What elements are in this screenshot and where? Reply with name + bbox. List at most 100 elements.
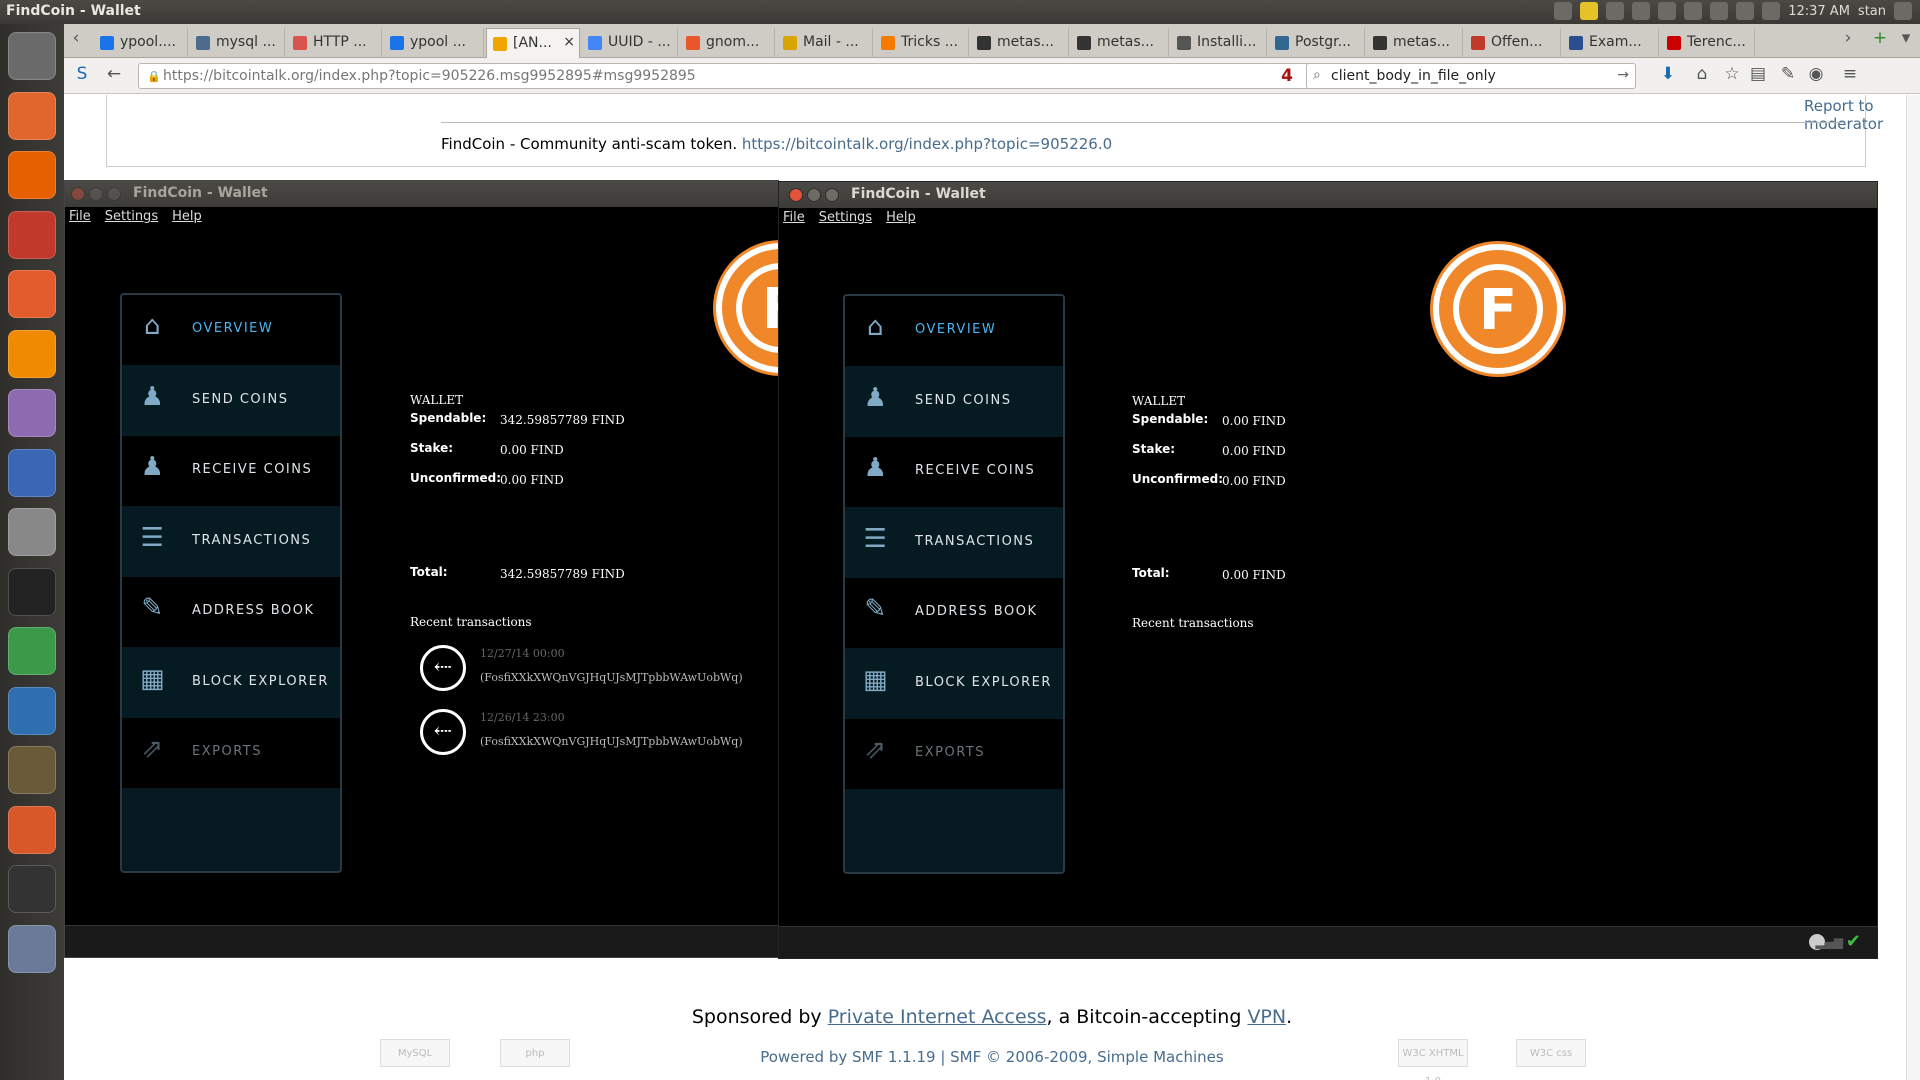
back-button[interactable]: ← <box>102 64 126 88</box>
home-icon[interactable]: ⌂ <box>1690 64 1714 88</box>
transaction-row[interactable]: ⇠ 12/27/14 00:00 (FosfiXXkXWQnVGJHqUJsMJTp… <box>420 645 778 695</box>
nav-transactions[interactable]: ☰ TRANSACTIONS <box>122 506 340 577</box>
bluetooth-icon[interactable] <box>1632 2 1651 20</box>
tab-list-menu-icon[interactable]: ▾ <box>1894 28 1918 52</box>
nav-exports[interactable]: ⇗ EXPORTS <box>845 719 1063 789</box>
browser-tab[interactable]: UUID - ... <box>582 28 678 58</box>
browser-tab[interactable]: [AN... × <box>486 28 580 58</box>
powered-by[interactable]: Powered by SMF 1.1.19 | SMF © 2006-2009,… <box>64 1048 1920 1066</box>
mail-icon[interactable] <box>1684 2 1703 20</box>
search-input[interactable]: ⌕ client_body_in_file_only → <box>1306 63 1636 89</box>
browser-tab[interactable]: metas... <box>1071 28 1169 58</box>
browser-tab[interactable]: gnom... <box>680 28 775 58</box>
menu-help[interactable]: Help <box>172 209 202 224</box>
nav-exports[interactable]: ⇗ EXPORTS <box>122 718 340 788</box>
bookmark-star-icon[interactable]: ☆ <box>1720 64 1744 88</box>
tab-scroll-left-icon[interactable]: ‹ <box>64 28 88 52</box>
menu-help[interactable]: Help <box>886 210 916 225</box>
page-scrollbar[interactable] <box>1906 95 1920 1080</box>
nav-block-explorer[interactable]: ▦ BLOCK EXPLORER <box>845 648 1063 719</box>
settings-icon[interactable] <box>8 210 56 259</box>
firefox-icon[interactable] <box>8 151 56 199</box>
download-icon[interactable]: ⬇ <box>1656 64 1680 88</box>
browser-tab[interactable]: ypool ... <box>384 28 484 58</box>
web-browser-icon[interactable] <box>8 686 56 735</box>
signature-link[interactable]: https://bitcointalk.org/index.php?topic=… <box>742 135 1112 153</box>
clock[interactable]: 12:37 AM <box>1788 4 1850 19</box>
nav-transactions[interactable]: ☰ TRANSACTIONS <box>845 507 1063 578</box>
nav-overview[interactable]: ⌂ OVERVIEW <box>845 296 1063 366</box>
nav-receive-coins[interactable]: ♟ RECEIVE COINS <box>845 437 1063 507</box>
sponsor-link-pia[interactable]: Private Internet Access <box>828 1006 1047 1028</box>
maximize-icon[interactable] <box>107 187 121 201</box>
addon-icon[interactable]: ✎ <box>1776 64 1800 88</box>
anaconda-icon[interactable] <box>8 567 56 616</box>
transaction-row[interactable]: ⇠ 12/26/14 23:00 (FosfiXXkXWQnVGJHqUJsMJTp… <box>420 709 778 759</box>
window-titlebar[interactable]: FindCoin - Wallet <box>779 182 1877 208</box>
pen-icon[interactable] <box>1606 2 1625 20</box>
nav-receive-coins[interactable]: ♟ RECEIVE COINS <box>122 436 340 506</box>
stylish-icon[interactable]: S <box>70 64 94 88</box>
browser-tab[interactable]: mysql ... <box>190 28 285 58</box>
gimp-icon[interactable] <box>8 746 56 794</box>
browser-tab[interactable]: Terenc... <box>1661 28 1755 58</box>
screenshot-icon[interactable] <box>8 508 56 556</box>
new-tab-icon[interactable]: + <box>1868 28 1892 52</box>
nav-overview[interactable]: ⌂ OVERVIEW <box>122 295 340 365</box>
browser-tab[interactable]: metas... <box>1367 28 1463 58</box>
wifi-icon[interactable] <box>1736 2 1755 20</box>
minimize-icon[interactable] <box>807 188 821 202</box>
nav-address-book[interactable]: ✎ ADDRESS BOOK <box>122 577 340 647</box>
keyboard-icon[interactable] <box>1658 2 1677 20</box>
minimize-icon[interactable] <box>89 187 103 201</box>
wallet-window-active[interactable]: FindCoin - Wallet File Settings Help ⌂ OV… <box>778 181 1878 959</box>
menu-file[interactable]: File <box>783 210 805 225</box>
browser-tab[interactable]: Mail - ... <box>777 28 873 58</box>
xhtml-badge[interactable]: W3C XHTML 1.0 <box>1398 1039 1468 1080</box>
notes-icon[interactable] <box>1580 2 1599 20</box>
close-icon[interactable] <box>789 188 803 202</box>
gear-icon[interactable] <box>1894 2 1912 20</box>
vlc-icon[interactable] <box>8 329 56 378</box>
reader-icon[interactable]: ▤ <box>1746 64 1770 88</box>
files-icon[interactable] <box>8 91 56 140</box>
browser-tab[interactable]: Offen... <box>1465 28 1561 58</box>
close-icon[interactable] <box>71 187 85 201</box>
url-bar[interactable]: 🔒 https://bitcointalk.org/index.php?topi… <box>138 63 1346 89</box>
report-to-moderator-link[interactable]: Report to moderator <box>1804 97 1883 133</box>
tab-close-icon[interactable]: × <box>563 34 575 50</box>
deluge-icon[interactable] <box>8 627 56 675</box>
thermometer-icon[interactable] <box>8 448 56 497</box>
chat-icon[interactable] <box>1554 2 1573 20</box>
wallet-window-background[interactable]: FindCoin - Wallet File Settings Help ⌂ OV… <box>64 180 779 958</box>
search-go-icon[interactable]: → <box>1617 67 1629 83</box>
stacked-apps-icon[interactable] <box>8 924 56 973</box>
nav-address-book[interactable]: ✎ ADDRESS BOOK <box>845 578 1063 648</box>
browser-tab[interactable]: Tricks ... <box>875 28 969 58</box>
nav-block-explorer[interactable]: ▦ BLOCK EXPLORER <box>122 647 340 718</box>
browser-tab[interactable]: metas... <box>971 28 1069 58</box>
browser-tab[interactable]: HTTP ... <box>287 28 382 58</box>
terminal-icon[interactable] <box>8 865 56 913</box>
sponsor-link-vpn[interactable]: VPN <box>1247 1006 1286 1028</box>
globe-icon[interactable]: ◉ <box>1804 64 1828 88</box>
volume-icon[interactable] <box>1762 2 1781 20</box>
browser-tab[interactable]: Installi... <box>1171 28 1267 58</box>
menu-settings[interactable]: Settings <box>105 209 158 224</box>
dash-icon[interactable] <box>8 32 56 80</box>
menu-file[interactable]: File <box>69 209 91 224</box>
menu-settings[interactable]: Settings <box>819 210 872 225</box>
user-menu[interactable]: stan <box>1858 4 1886 19</box>
nav-send-coins[interactable]: ♟ SEND COINS <box>122 365 340 436</box>
mysql-badge[interactable]: MySQL <box>380 1039 450 1067</box>
browser-tab[interactable]: ypool.... <box>94 28 188 58</box>
battery-icon[interactable] <box>1710 2 1729 20</box>
maximize-icon[interactable] <box>825 188 839 202</box>
picasa-icon[interactable] <box>8 805 56 854</box>
software-center-icon[interactable] <box>8 270 56 318</box>
php-badge[interactable]: php <box>500 1039 570 1067</box>
css-badge[interactable]: W3C css <box>1516 1039 1586 1067</box>
browser-tab[interactable]: Postgr... <box>1269 28 1365 58</box>
hamburger-menu-icon[interactable]: ≡ <box>1838 64 1862 88</box>
tab-scroll-right-icon[interactable]: › <box>1836 28 1860 52</box>
